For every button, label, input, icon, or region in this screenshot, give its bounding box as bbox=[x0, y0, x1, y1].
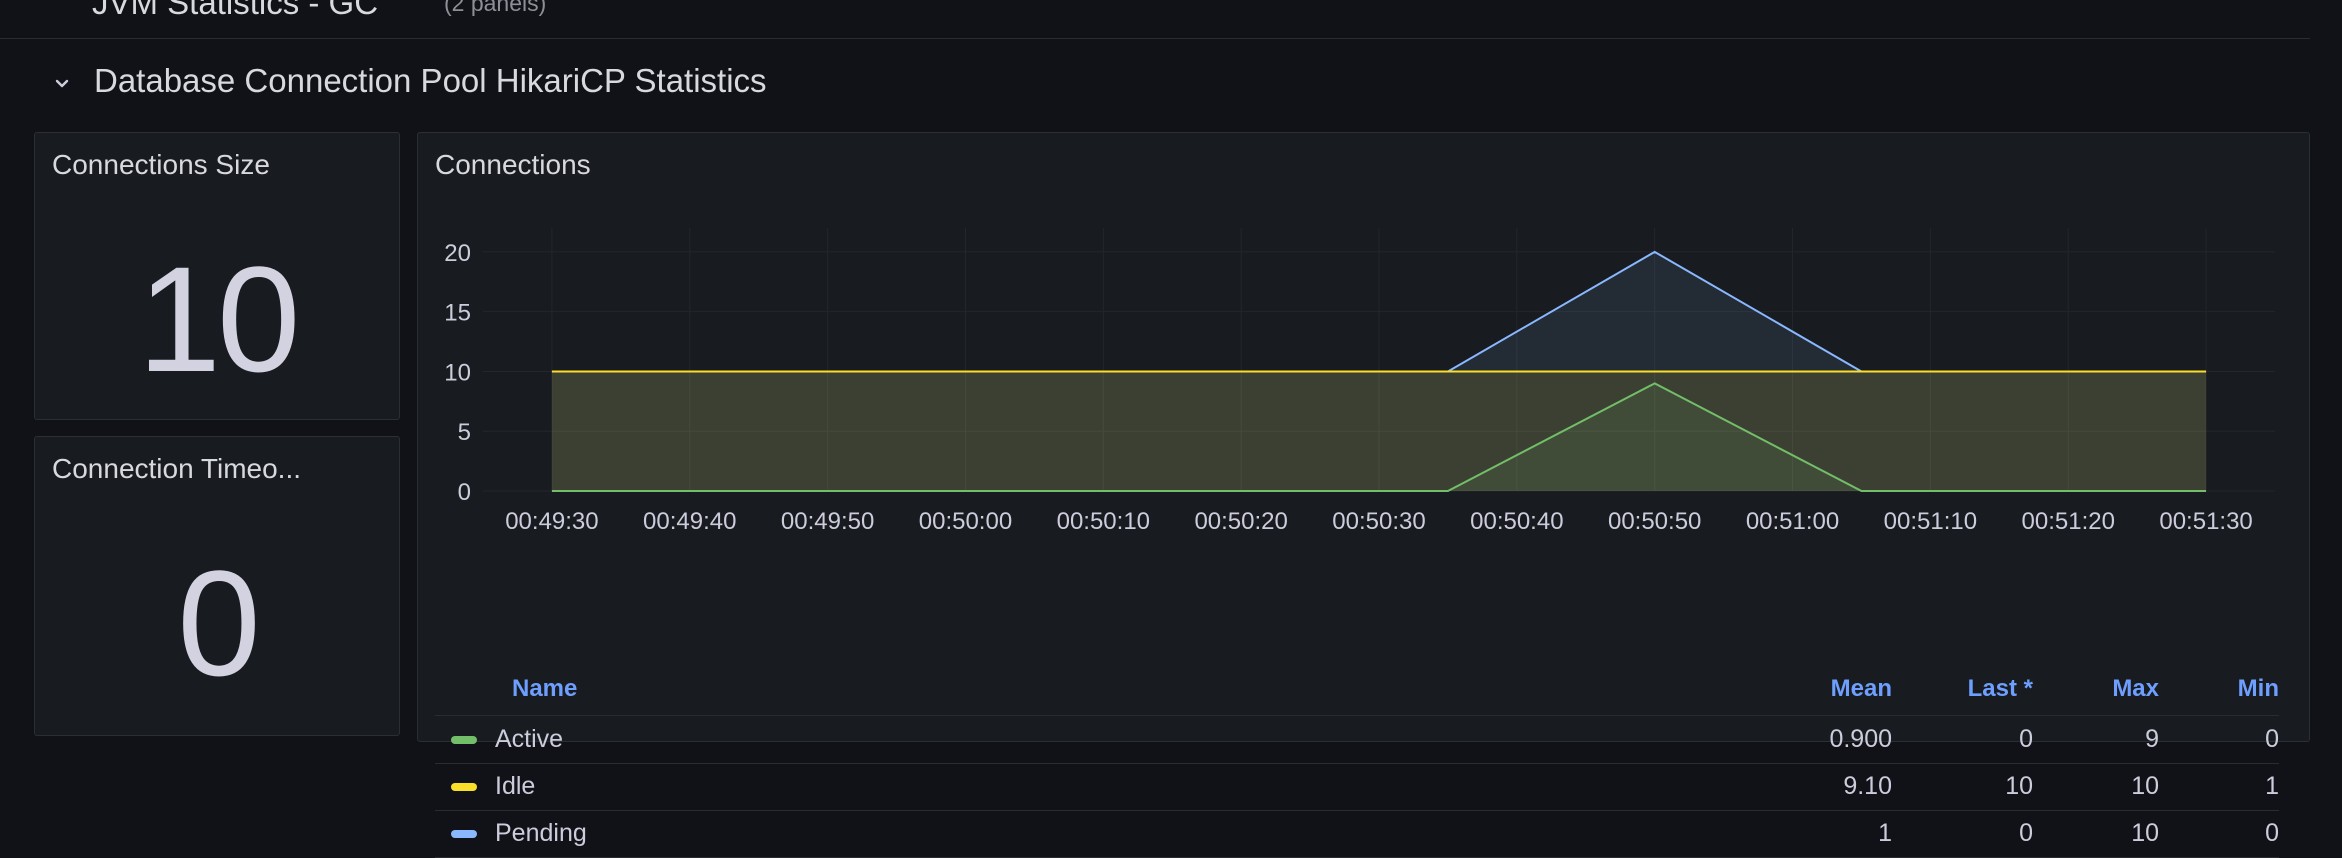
panel-connections-size[interactable]: Connections Size 10 bbox=[34, 132, 400, 420]
y-tick-label: 0 bbox=[458, 479, 471, 506]
legend-last: 0 bbox=[2019, 725, 2033, 753]
legend-row-active[interactable]: Active 0.900 0 9 0 bbox=[435, 716, 2279, 764]
legend-min: 0 bbox=[2265, 819, 2279, 847]
legend-header-mean[interactable]: Mean bbox=[1831, 675, 1892, 703]
y-tick-label: 5 bbox=[458, 419, 471, 446]
series-color-swatch bbox=[451, 736, 477, 744]
row-title-hikaricp: Database Connection Pool HikariCP Statis… bbox=[94, 62, 767, 99]
panel-connections-graph[interactable]: Connections 0 5 10 15 20 00:49:30 00:49:40 00:4… bbox=[417, 132, 2311, 858]
row-header-jvm-gc[interactable]: JVM Statistics - GC (2 panels) bbox=[0, 0, 2310, 39]
y-tick-label: 20 bbox=[444, 240, 471, 267]
legend-max: 10 bbox=[2131, 819, 2159, 847]
legend-header-max[interactable]: Max bbox=[2112, 675, 2159, 703]
x-tick-label: 00:50:20 bbox=[1194, 508, 1287, 535]
legend-row-idle[interactable]: Idle 9.10 10 10 1 bbox=[435, 763, 2279, 811]
legend-series-name: Pending bbox=[495, 819, 587, 847]
panel-title: Connections Size bbox=[52, 149, 270, 180]
row-panel-count: (2 panels) bbox=[444, 0, 547, 16]
y-tick-label: 15 bbox=[444, 300, 471, 327]
legend-header: Name Mean Last * Max Min bbox=[435, 671, 2279, 716]
panel-connection-timeout[interactable]: Connection Timeo... 0 bbox=[34, 436, 400, 736]
legend-row-pending[interactable]: Pending 1 0 10 0 bbox=[435, 810, 2279, 858]
row-title-jvm-gc: JVM Statistics - GC bbox=[92, 0, 379, 21]
row-header-hikaricp[interactable]: Database Connection Pool HikariCP Statis… bbox=[0, 40, 2342, 132]
y-tick-label: 10 bbox=[444, 359, 471, 386]
x-tick-label: 00:51:10 bbox=[1884, 508, 1977, 535]
x-tick-label: 00:49:30 bbox=[505, 508, 598, 535]
legend-last: 0 bbox=[2019, 819, 2033, 847]
x-tick-label: 00:49:50 bbox=[781, 508, 874, 535]
series-color-swatch bbox=[451, 783, 477, 791]
legend-series-name: Active bbox=[495, 725, 564, 753]
x-tick-label: 00:51:30 bbox=[2159, 508, 2252, 535]
legend-header-name[interactable]: Name bbox=[512, 675, 577, 703]
x-tick-label: 00:51:00 bbox=[1746, 508, 1839, 535]
x-tick-label: 00:51:20 bbox=[2022, 508, 2115, 535]
legend-max: 9 bbox=[2145, 725, 2159, 753]
x-tick-label: 00:50:50 bbox=[1608, 508, 1701, 535]
stat-value: 10 bbox=[137, 235, 301, 403]
legend-mean: 0.900 bbox=[1829, 725, 1892, 753]
legend-last: 10 bbox=[2005, 772, 2033, 800]
x-tick-label: 00:49:40 bbox=[643, 508, 736, 535]
stat-value: 0 bbox=[177, 539, 260, 707]
x-tick-label: 00:50:10 bbox=[1057, 508, 1150, 535]
chevron-down-icon[interactable] bbox=[50, 72, 74, 96]
legend-max: 10 bbox=[2131, 772, 2159, 800]
x-tick-label: 00:50:30 bbox=[1332, 508, 1425, 535]
legend-series-name: Idle bbox=[495, 772, 536, 800]
connections-time-series-chart[interactable]: 0 5 10 15 20 00:49:30 00:49:40 00:49:50 00:50:00… bbox=[418, 133, 2311, 543]
panel-title: Connection Timeo... bbox=[52, 453, 302, 484]
legend-header-last[interactable]: Last * bbox=[1968, 675, 2033, 703]
series-area-idle bbox=[551, 371, 2207, 491]
series-color-swatch bbox=[451, 830, 477, 838]
x-tick-label: 00:50:00 bbox=[919, 508, 1012, 535]
legend-mean: 1 bbox=[1878, 819, 1892, 847]
legend-min: 1 bbox=[2265, 772, 2279, 800]
legend-mean: 9.10 bbox=[1843, 772, 1892, 800]
legend-min: 0 bbox=[2265, 725, 2279, 753]
legend-header-min[interactable]: Min bbox=[2238, 675, 2279, 703]
x-tick-label: 00:50:40 bbox=[1470, 508, 1563, 535]
